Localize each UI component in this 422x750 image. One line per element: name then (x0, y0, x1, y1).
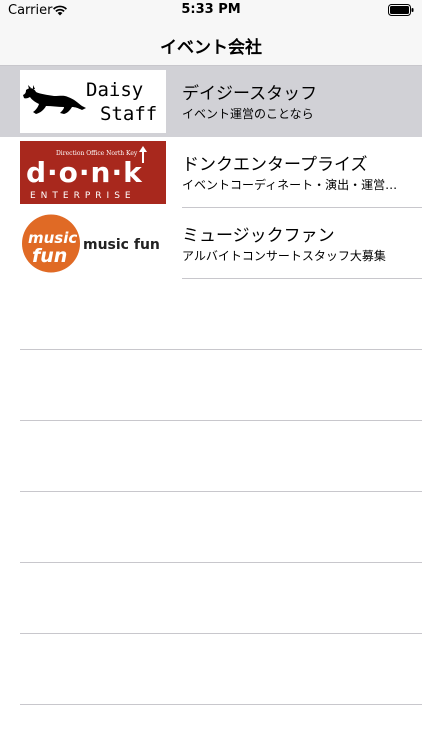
company-row-music-fun[interactable]: music fun music fun ミュージックファン アルバイトコンサート… (0, 208, 422, 279)
company-description: アルバイトコンサートスタッフ大募集 (182, 249, 386, 263)
donk-enterprise-logo: Direction Office North Key d·o·n·k ENTER… (20, 141, 166, 204)
row-separator (20, 704, 422, 705)
company-name: ミュージックファン (182, 226, 335, 246)
empty-row (0, 492, 422, 563)
empty-row (0, 563, 422, 634)
company-description: イベント運営のことなら (182, 107, 314, 121)
company-list: Daisy Staff デイジースタッフ イベント運営のことなら Directi… (0, 66, 422, 705)
battery-icon (388, 4, 414, 16)
music-fun-logo-text: music fun (83, 237, 160, 253)
clock-label: 5:33 PM (181, 2, 241, 17)
music-fun-logo: music fun music fun (20, 212, 166, 275)
page-title: イベント会社 (160, 38, 262, 58)
daisy-staff-logo: Daisy Staff (20, 70, 166, 133)
company-row-daisy-staff[interactable]: Daisy Staff デイジースタッフ イベント運営のことなら (0, 66, 422, 137)
company-description: イベントコーディネート・演出・運営・… (182, 178, 407, 192)
music-fun-badge-line2: fun (32, 245, 67, 267)
empty-row (0, 350, 422, 421)
navigation-bar: イベント会社 (0, 22, 422, 66)
daisy-logo-line2: Staff (100, 103, 157, 125)
company-name: ドンクエンタープライズ (182, 155, 368, 175)
empty-row (0, 279, 422, 350)
screen: Carrier 5:33 PM イベント会社 Daisy Staff デイジース… (0, 0, 422, 750)
empty-row (0, 634, 422, 705)
company-row-donk-enterprise[interactable]: Direction Office North Key d·o·n·k ENTER… (0, 137, 422, 208)
empty-row (0, 421, 422, 492)
company-name: デイジースタッフ (182, 84, 318, 104)
donk-logo-sub-text: ENTERPRISE (30, 191, 136, 201)
donk-logo-main-text: d·o·n·k (26, 156, 143, 189)
status-bar: Carrier 5:33 PM (0, 0, 422, 22)
daisy-logo-line1: Daisy (86, 79, 143, 101)
